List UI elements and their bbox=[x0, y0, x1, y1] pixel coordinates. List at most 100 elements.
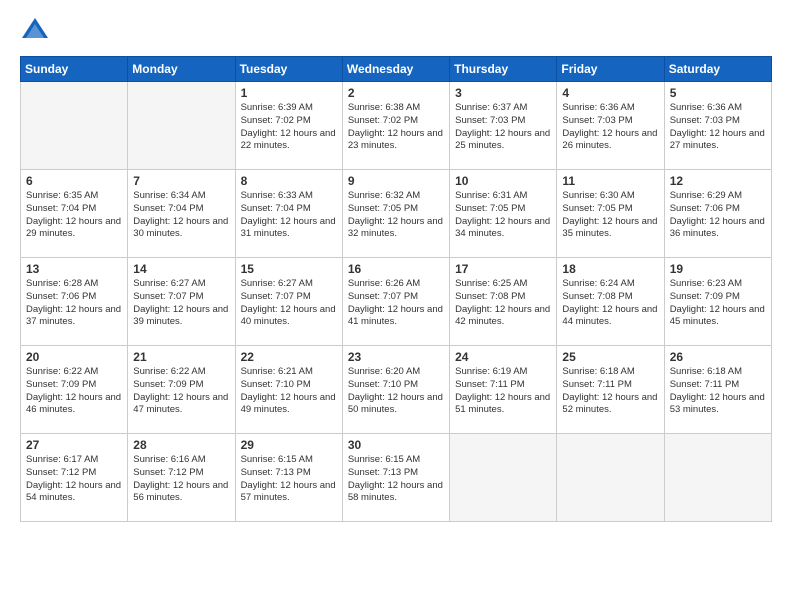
day-info: Sunrise: 6:19 AM Sunset: 7:11 PM Dayligh… bbox=[455, 366, 551, 417]
calendar-cell: 23 Sunrise: 6:20 AM Sunset: 7:10 PM Dayli… bbox=[342, 346, 449, 434]
calendar-cell: 16 Sunrise: 6:26 AM Sunset: 7:07 PM Dayli… bbox=[342, 258, 449, 346]
day-info: Sunrise: 6:27 AM Sunset: 7:07 PM Dayligh… bbox=[241, 278, 337, 329]
day-number: 2 bbox=[348, 86, 444, 100]
day-number: 21 bbox=[133, 350, 229, 364]
day-info: Sunrise: 6:33 AM Sunset: 7:04 PM Dayligh… bbox=[241, 190, 337, 241]
day-info: Sunrise: 6:38 AM Sunset: 7:02 PM Dayligh… bbox=[348, 102, 444, 153]
calendar-cell: 13 Sunrise: 6:28 AM Sunset: 7:06 PM Dayli… bbox=[21, 258, 128, 346]
day-number: 30 bbox=[348, 438, 444, 452]
calendar-header-row: SundayMondayTuesdayWednesdayThursdayFrid… bbox=[21, 57, 772, 82]
calendar-cell: 4 Sunrise: 6:36 AM Sunset: 7:03 PM Daylig… bbox=[557, 82, 664, 170]
day-number: 17 bbox=[455, 262, 551, 276]
day-number: 29 bbox=[241, 438, 337, 452]
day-info: Sunrise: 6:16 AM Sunset: 7:12 PM Dayligh… bbox=[133, 454, 229, 505]
day-info: Sunrise: 6:15 AM Sunset: 7:13 PM Dayligh… bbox=[348, 454, 444, 505]
calendar-cell: 26 Sunrise: 6:18 AM Sunset: 7:11 PM Dayli… bbox=[664, 346, 771, 434]
calendar-cell: 11Sunrise: 6:30 AM Sunset: 7:05 PM Dayli… bbox=[557, 170, 664, 258]
day-info: Sunrise: 6:28 AM Sunset: 7:06 PM Dayligh… bbox=[26, 278, 122, 329]
day-info: Sunrise: 6:17 AM Sunset: 7:12 PM Dayligh… bbox=[26, 454, 122, 505]
day-number: 15 bbox=[241, 262, 337, 276]
day-number: 23 bbox=[348, 350, 444, 364]
day-number: 1 bbox=[241, 86, 337, 100]
calendar-cell: 30 Sunrise: 6:15 AM Sunset: 7:13 PM Dayli… bbox=[342, 434, 449, 522]
day-info: Sunrise: 6:32 AM Sunset: 7:05 PM Dayligh… bbox=[348, 190, 444, 241]
day-number: 18 bbox=[562, 262, 658, 276]
day-info: Sunrise: 6:18 AM Sunset: 7:11 PM Dayligh… bbox=[670, 366, 766, 417]
day-header-monday: Monday bbox=[128, 57, 235, 82]
day-info: Sunrise: 6:29 AM Sunset: 7:06 PM Dayligh… bbox=[670, 190, 766, 241]
day-number: 13 bbox=[26, 262, 122, 276]
calendar-cell: 21 Sunrise: 6:22 AM Sunset: 7:09 PM Dayli… bbox=[128, 346, 235, 434]
day-number: 16 bbox=[348, 262, 444, 276]
day-header-saturday: Saturday bbox=[664, 57, 771, 82]
day-info: Sunrise: 6:15 AM Sunset: 7:13 PM Dayligh… bbox=[241, 454, 337, 505]
calendar-cell bbox=[664, 434, 771, 522]
day-info: Sunrise: 6:35 AM Sunset: 7:04 PM Dayligh… bbox=[26, 190, 122, 241]
day-number: 8 bbox=[241, 174, 337, 188]
day-header-wednesday: Wednesday bbox=[342, 57, 449, 82]
calendar-week-4: 20 Sunrise: 6:22 AM Sunset: 7:09 PM Dayli… bbox=[21, 346, 772, 434]
header bbox=[20, 16, 772, 46]
calendar-week-5: 27 Sunrise: 6:17 AM Sunset: 7:12 PM Dayli… bbox=[21, 434, 772, 522]
day-info: Sunrise: 6:25 AM Sunset: 7:08 PM Dayligh… bbox=[455, 278, 551, 329]
calendar-cell: 24 Sunrise: 6:19 AM Sunset: 7:11 PM Dayli… bbox=[450, 346, 557, 434]
day-info: Sunrise: 6:20 AM Sunset: 7:10 PM Dayligh… bbox=[348, 366, 444, 417]
calendar-cell: 28 Sunrise: 6:16 AM Sunset: 7:12 PM Dayli… bbox=[128, 434, 235, 522]
day-info: Sunrise: 6:18 AM Sunset: 7:11 PM Dayligh… bbox=[562, 366, 658, 417]
day-info: Sunrise: 6:36 AM Sunset: 7:03 PM Dayligh… bbox=[562, 102, 658, 153]
logo bbox=[20, 16, 54, 46]
day-number: 26 bbox=[670, 350, 766, 364]
day-info: Sunrise: 6:26 AM Sunset: 7:07 PM Dayligh… bbox=[348, 278, 444, 329]
day-number: 5 bbox=[670, 86, 766, 100]
day-info: Sunrise: 6:34 AM Sunset: 7:04 PM Dayligh… bbox=[133, 190, 229, 241]
calendar-week-1: 1Sunrise: 6:39 AM Sunset: 7:02 PM Daylig… bbox=[21, 82, 772, 170]
day-header-thursday: Thursday bbox=[450, 57, 557, 82]
day-number: 27 bbox=[26, 438, 122, 452]
calendar-cell bbox=[557, 434, 664, 522]
calendar-cell: 29 Sunrise: 6:15 AM Sunset: 7:13 PM Dayli… bbox=[235, 434, 342, 522]
day-info: Sunrise: 6:23 AM Sunset: 7:09 PM Dayligh… bbox=[670, 278, 766, 329]
calendar-cell: 15 Sunrise: 6:27 AM Sunset: 7:07 PM Dayli… bbox=[235, 258, 342, 346]
day-number: 10 bbox=[455, 174, 551, 188]
calendar-cell: 6 Sunrise: 6:35 AM Sunset: 7:04 PM Daylig… bbox=[21, 170, 128, 258]
page: SundayMondayTuesdayWednesdayThursdayFrid… bbox=[0, 0, 792, 612]
day-number: 24 bbox=[455, 350, 551, 364]
calendar-cell bbox=[450, 434, 557, 522]
day-number: 4 bbox=[562, 86, 658, 100]
day-number: 25 bbox=[562, 350, 658, 364]
calendar-cell: 3 Sunrise: 6:37 AM Sunset: 7:03 PM Daylig… bbox=[450, 82, 557, 170]
day-number: 14 bbox=[133, 262, 229, 276]
day-number: 6 bbox=[26, 174, 122, 188]
calendar-cell: 8 Sunrise: 6:33 AM Sunset: 7:04 PM Daylig… bbox=[235, 170, 342, 258]
day-header-sunday: Sunday bbox=[21, 57, 128, 82]
calendar-cell: 20 Sunrise: 6:22 AM Sunset: 7:09 PM Dayli… bbox=[21, 346, 128, 434]
day-number: 9 bbox=[348, 174, 444, 188]
calendar: SundayMondayTuesdayWednesdayThursdayFrid… bbox=[20, 56, 772, 522]
day-info: Sunrise: 6:21 AM Sunset: 7:10 PM Dayligh… bbox=[241, 366, 337, 417]
day-info: Sunrise: 6:37 AM Sunset: 7:03 PM Dayligh… bbox=[455, 102, 551, 153]
day-info: Sunrise: 6:22 AM Sunset: 7:09 PM Dayligh… bbox=[26, 366, 122, 417]
day-info: Sunrise: 6:24 AM Sunset: 7:08 PM Dayligh… bbox=[562, 278, 658, 329]
logo-icon bbox=[20, 16, 50, 46]
calendar-cell: 12 Sunrise: 6:29 AM Sunset: 7:06 PM Dayli… bbox=[664, 170, 771, 258]
day-number: 28 bbox=[133, 438, 229, 452]
calendar-week-3: 13 Sunrise: 6:28 AM Sunset: 7:06 PM Dayli… bbox=[21, 258, 772, 346]
calendar-cell: 9 Sunrise: 6:32 AM Sunset: 7:05 PM Daylig… bbox=[342, 170, 449, 258]
day-number: 22 bbox=[241, 350, 337, 364]
day-info: Sunrise: 6:27 AM Sunset: 7:07 PM Dayligh… bbox=[133, 278, 229, 329]
day-header-tuesday: Tuesday bbox=[235, 57, 342, 82]
day-info: Sunrise: 6:31 AM Sunset: 7:05 PM Dayligh… bbox=[455, 190, 551, 241]
calendar-cell: 2 Sunrise: 6:38 AM Sunset: 7:02 PM Daylig… bbox=[342, 82, 449, 170]
day-number: 19 bbox=[670, 262, 766, 276]
day-info: Sunrise: 6:22 AM Sunset: 7:09 PM Dayligh… bbox=[133, 366, 229, 417]
calendar-cell: 1Sunrise: 6:39 AM Sunset: 7:02 PM Daylig… bbox=[235, 82, 342, 170]
calendar-cell: 7Sunrise: 6:34 AM Sunset: 7:04 PM Daylig… bbox=[128, 170, 235, 258]
calendar-cell: 14 Sunrise: 6:27 AM Sunset: 7:07 PM Dayli… bbox=[128, 258, 235, 346]
day-number: 12 bbox=[670, 174, 766, 188]
calendar-cell: 18 Sunrise: 6:24 AM Sunset: 7:08 PM Dayli… bbox=[557, 258, 664, 346]
day-number: 3 bbox=[455, 86, 551, 100]
day-number: 11 bbox=[562, 174, 658, 188]
day-number: 20 bbox=[26, 350, 122, 364]
calendar-cell: 17 Sunrise: 6:25 AM Sunset: 7:08 PM Dayli… bbox=[450, 258, 557, 346]
calendar-cell: 5Sunrise: 6:36 AM Sunset: 7:03 PM Daylig… bbox=[664, 82, 771, 170]
